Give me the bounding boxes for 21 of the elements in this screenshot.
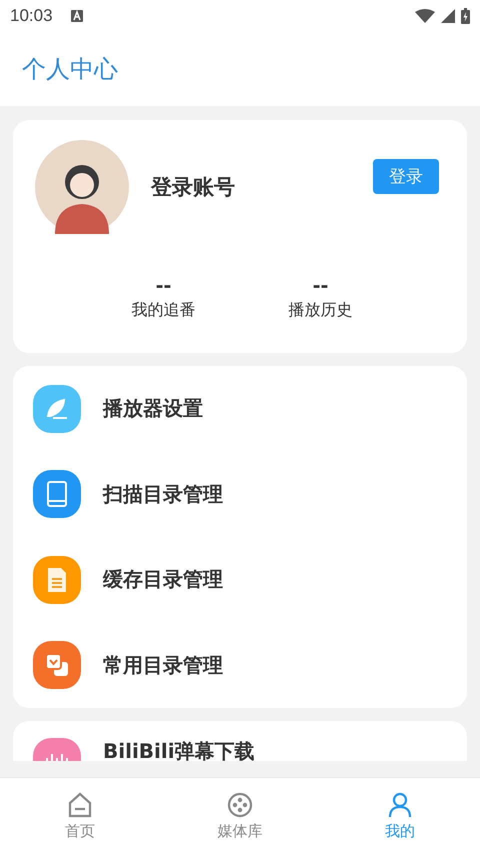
film-reel-icon (227, 792, 253, 818)
stat-label[interactable]: 我的追番 (132, 300, 196, 321)
stat-value: -- (312, 276, 328, 296)
page-title: 个人中心 (22, 54, 118, 85)
menu-item[interactable]: 播放器设置 (33, 366, 447, 452)
wifi-icon (415, 9, 435, 23)
signal-icon (441, 9, 455, 23)
nav-tab[interactable]: 首页 (0, 778, 160, 854)
person-icon (387, 792, 413, 818)
menu-item[interactable]: 缓存目录管理 (33, 537, 447, 622)
home-icon (67, 792, 93, 818)
battery-icon (461, 8, 470, 24)
stat-label[interactable]: 播放历史 (288, 300, 352, 321)
stat-value: -- (156, 276, 172, 296)
nav-tab[interactable]: 媒体库 (160, 778, 320, 854)
notification-icon (70, 10, 83, 22)
avatar-icon (35, 140, 129, 234)
status-time: 10:03 (10, 6, 53, 26)
account-name: 登录账号 (151, 174, 236, 201)
menu-item[interactable]: 扫描目录管理 (33, 452, 447, 537)
menu-item[interactable]: 常用目录管理 (33, 622, 447, 708)
